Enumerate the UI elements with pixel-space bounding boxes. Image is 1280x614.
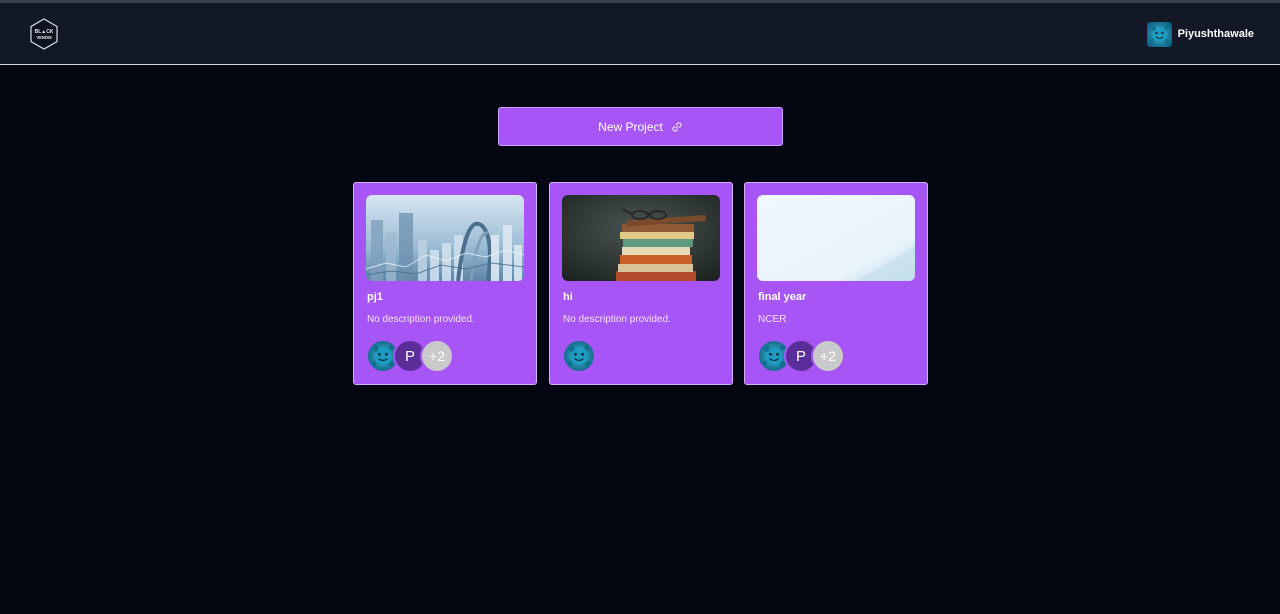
project-list: pj1 No description provided. P +2 hi No … [353, 182, 929, 385]
project-thumbnail [562, 195, 720, 281]
logo-text-line2: VENOM [36, 35, 52, 40]
more-members-badge: +2 [420, 339, 454, 373]
project-card[interactable]: final year NCER P +2 [744, 182, 928, 385]
project-description: No description provided. [563, 314, 671, 325]
project-title: pj1 [367, 291, 383, 303]
user-name: Piyushthawale [1177, 28, 1254, 40]
new-project-button[interactable]: New Project [498, 107, 783, 146]
more-members-badge: +2 [811, 339, 845, 373]
project-thumbnail [757, 195, 915, 281]
virus-avatar-icon [562, 339, 596, 373]
project-title: final year [758, 291, 807, 303]
project-description: No description provided. [367, 314, 475, 325]
new-project-label: New Project [598, 119, 663, 134]
black-venom-logo[interactable]: BL▲CK VENOM [30, 18, 58, 50]
project-thumbnail [366, 195, 524, 281]
virus-avatar-icon [1147, 22, 1172, 47]
project-card[interactable]: hi No description provided. [549, 182, 733, 385]
project-description: NCER [758, 314, 787, 325]
navbar: BL▲CK VENOM Piyushthawale [0, 3, 1280, 65]
user-menu[interactable]: Piyushthawale [1147, 21, 1254, 47]
project-card[interactable]: pj1 No description provided. P +2 [353, 182, 537, 385]
project-title: hi [563, 291, 573, 303]
link-icon [672, 121, 682, 132]
